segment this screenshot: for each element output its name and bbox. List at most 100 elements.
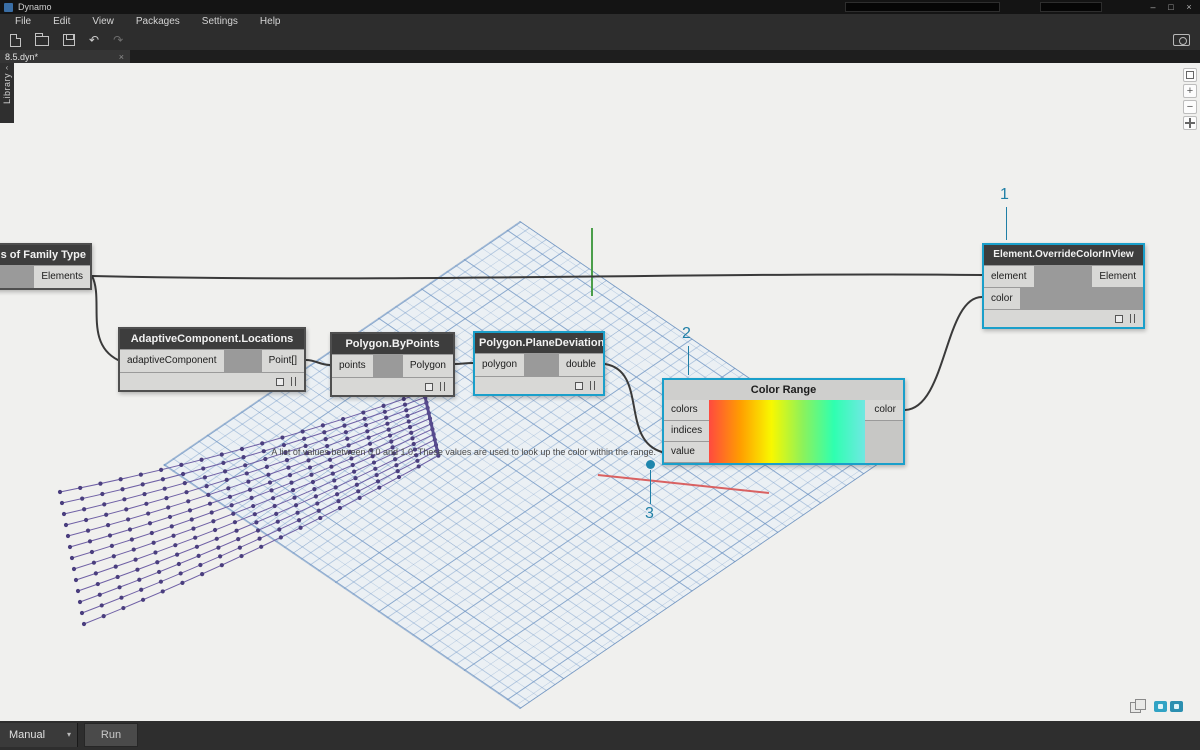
lacing-icon[interactable] bbox=[291, 377, 296, 386]
preview-checkbox[interactable] bbox=[1115, 315, 1123, 323]
callout-1: 1 bbox=[1000, 186, 1009, 204]
lacing-icon[interactable] bbox=[590, 381, 595, 390]
output-port-double[interactable]: double bbox=[559, 354, 603, 376]
node-adaptivecomponent-locations[interactable]: AdaptiveComponent.Locations adaptiveComp… bbox=[118, 327, 306, 392]
lacing-icon[interactable] bbox=[1130, 314, 1135, 323]
node-body-filler bbox=[865, 421, 903, 463]
menu-settings[interactable]: Settings bbox=[191, 14, 249, 30]
library-panel-tab[interactable]: ‹ Library bbox=[0, 63, 14, 123]
window-controls: – □ × bbox=[1144, 0, 1198, 14]
output-port-color[interactable]: color bbox=[865, 400, 903, 420]
lacing-icon[interactable] bbox=[440, 382, 445, 391]
pan-icon bbox=[1185, 118, 1195, 128]
chevron-down-icon: ▾ bbox=[67, 723, 71, 747]
node-polygon-planedeviation[interactable]: Polygon.PlaneDeviation polygon double bbox=[473, 331, 605, 396]
callout-2: 2 bbox=[682, 325, 691, 343]
titlebar-search-field[interactable] bbox=[845, 2, 1000, 12]
save-icon[interactable] bbox=[63, 34, 75, 46]
input-port-value[interactable]: value bbox=[664, 442, 709, 462]
tab-label: 8.5.dyn* bbox=[5, 52, 119, 62]
geometry-preview-icon[interactable] bbox=[1130, 699, 1146, 713]
tab-strip: 8.5.dyn* × bbox=[0, 50, 1200, 63]
tooltip-anchor-dot bbox=[646, 460, 655, 469]
open-file-icon[interactable] bbox=[35, 36, 49, 46]
wire-double-to-value[interactable] bbox=[605, 364, 662, 452]
maximize-icon[interactable]: □ bbox=[1162, 0, 1180, 14]
fit-icon bbox=[1186, 71, 1194, 79]
callout-2-leader bbox=[688, 346, 689, 375]
preview-checkbox[interactable] bbox=[276, 378, 284, 386]
wire-polygon-to-polygon[interactable] bbox=[455, 363, 473, 364]
wire-elements-to-element[interactable] bbox=[92, 274, 982, 278]
dynamo-window: Dynamo – □ × File Edit View Packages Set… bbox=[0, 0, 1200, 750]
undo-icon[interactable]: ↶ bbox=[89, 31, 99, 49]
zoom-fit-button[interactable] bbox=[1183, 68, 1197, 82]
zoom-in-button[interactable]: + bbox=[1183, 84, 1197, 98]
run-button[interactable]: Run bbox=[84, 723, 138, 747]
wire-color-to-color[interactable] bbox=[905, 297, 982, 410]
menu-file[interactable]: File bbox=[4, 14, 42, 30]
color-range-gradient bbox=[709, 400, 865, 463]
wire-points-to-points[interactable] bbox=[306, 360, 330, 365]
node-title[interactable]: Polygon.ByPoints bbox=[332, 334, 453, 354]
input-port-element[interactable]: element bbox=[984, 266, 1034, 287]
menu-packages[interactable]: Packages bbox=[125, 14, 191, 30]
pan-button[interactable] bbox=[1183, 116, 1197, 130]
node-footer bbox=[120, 373, 304, 390]
input-port-polygon[interactable]: polygon bbox=[475, 354, 524, 376]
input-port-color[interactable]: color bbox=[984, 288, 1020, 309]
tab-close-icon[interactable]: × bbox=[119, 52, 124, 62]
background-3d-view-icon[interactable] bbox=[1170, 701, 1183, 712]
menu-edit[interactable]: Edit bbox=[42, 14, 81, 30]
preview-checkbox[interactable] bbox=[425, 383, 433, 391]
run-mode-value: Manual bbox=[9, 729, 45, 741]
node-polygon-bypoints[interactable]: Polygon.ByPoints points Polygon bbox=[330, 332, 455, 397]
port-tooltip: A list of values between 0.0 and 1.0. Th… bbox=[271, 447, 656, 457]
input-port-adaptivecomponent[interactable]: adaptiveComponent bbox=[120, 350, 224, 372]
node-footer bbox=[475, 377, 603, 394]
output-port-point-list[interactable]: Point[] bbox=[262, 350, 304, 372]
export-image-icon[interactable] bbox=[1173, 34, 1190, 46]
run-mode-dropdown[interactable]: Manual ▾ bbox=[0, 723, 78, 747]
tab-workspace[interactable]: 8.5.dyn* × bbox=[0, 50, 130, 63]
callout-3: 3 bbox=[645, 505, 654, 523]
output-port-elements[interactable]: Elements bbox=[34, 266, 90, 288]
close-icon[interactable]: × bbox=[1180, 0, 1198, 14]
input-port-colors[interactable]: colors bbox=[664, 400, 709, 420]
redo-icon[interactable]: ↷ bbox=[113, 31, 123, 49]
library-label: Library bbox=[2, 73, 12, 104]
menu-bar: File Edit View Packages Settings Help bbox=[0, 14, 1200, 30]
collapse-arrow-icon: ‹ bbox=[6, 63, 9, 73]
canvas-controls: + − bbox=[1183, 68, 1197, 130]
node-title[interactable]: s of Family Type bbox=[0, 245, 90, 265]
app-title: Dynamo bbox=[18, 2, 52, 12]
wire-elements-to-adaptivecomponent[interactable] bbox=[92, 276, 118, 360]
node-element-overridecolorinview[interactable]: Element.OverrideColorInView element Elem… bbox=[982, 243, 1145, 329]
callout-1-leader bbox=[1006, 207, 1007, 240]
node-title[interactable]: Color Range bbox=[664, 380, 903, 400]
execution-bar: Manual ▾ Run bbox=[0, 721, 1200, 750]
zoom-out-button[interactable]: − bbox=[1183, 100, 1197, 114]
preview-checkbox[interactable] bbox=[575, 382, 583, 390]
menu-help[interactable]: Help bbox=[249, 14, 292, 30]
input-port-points[interactable]: points bbox=[332, 355, 373, 377]
input-port-indices[interactable]: indices bbox=[664, 421, 709, 441]
view-mode-icons bbox=[1130, 699, 1183, 713]
node-elements-of-family-type[interactable]: s of Family Type Elements bbox=[0, 243, 92, 290]
new-file-icon[interactable] bbox=[10, 34, 21, 47]
graph-canvas[interactable]: s of Family Type Elements AdaptiveCompon… bbox=[0, 63, 1200, 721]
graph-view-icon[interactable] bbox=[1154, 701, 1167, 712]
callout-3-leader bbox=[650, 470, 651, 504]
node-color-range[interactable]: Color Range colors indices value color bbox=[662, 378, 905, 465]
output-port-polygon[interactable]: Polygon bbox=[403, 355, 453, 377]
node-title[interactable]: AdaptiveComponent.Locations bbox=[120, 329, 304, 349]
dynamo-logo-icon bbox=[4, 3, 13, 12]
menu-view[interactable]: View bbox=[81, 14, 125, 30]
node-footer bbox=[332, 378, 453, 395]
node-title[interactable]: Polygon.PlaneDeviation bbox=[475, 333, 603, 353]
minimize-icon[interactable]: – bbox=[1144, 0, 1162, 14]
node-footer bbox=[984, 310, 1143, 327]
titlebar-signin-field[interactable] bbox=[1040, 2, 1102, 12]
node-title[interactable]: Element.OverrideColorInView bbox=[984, 245, 1143, 265]
output-port-element[interactable]: Element bbox=[1092, 266, 1143, 287]
